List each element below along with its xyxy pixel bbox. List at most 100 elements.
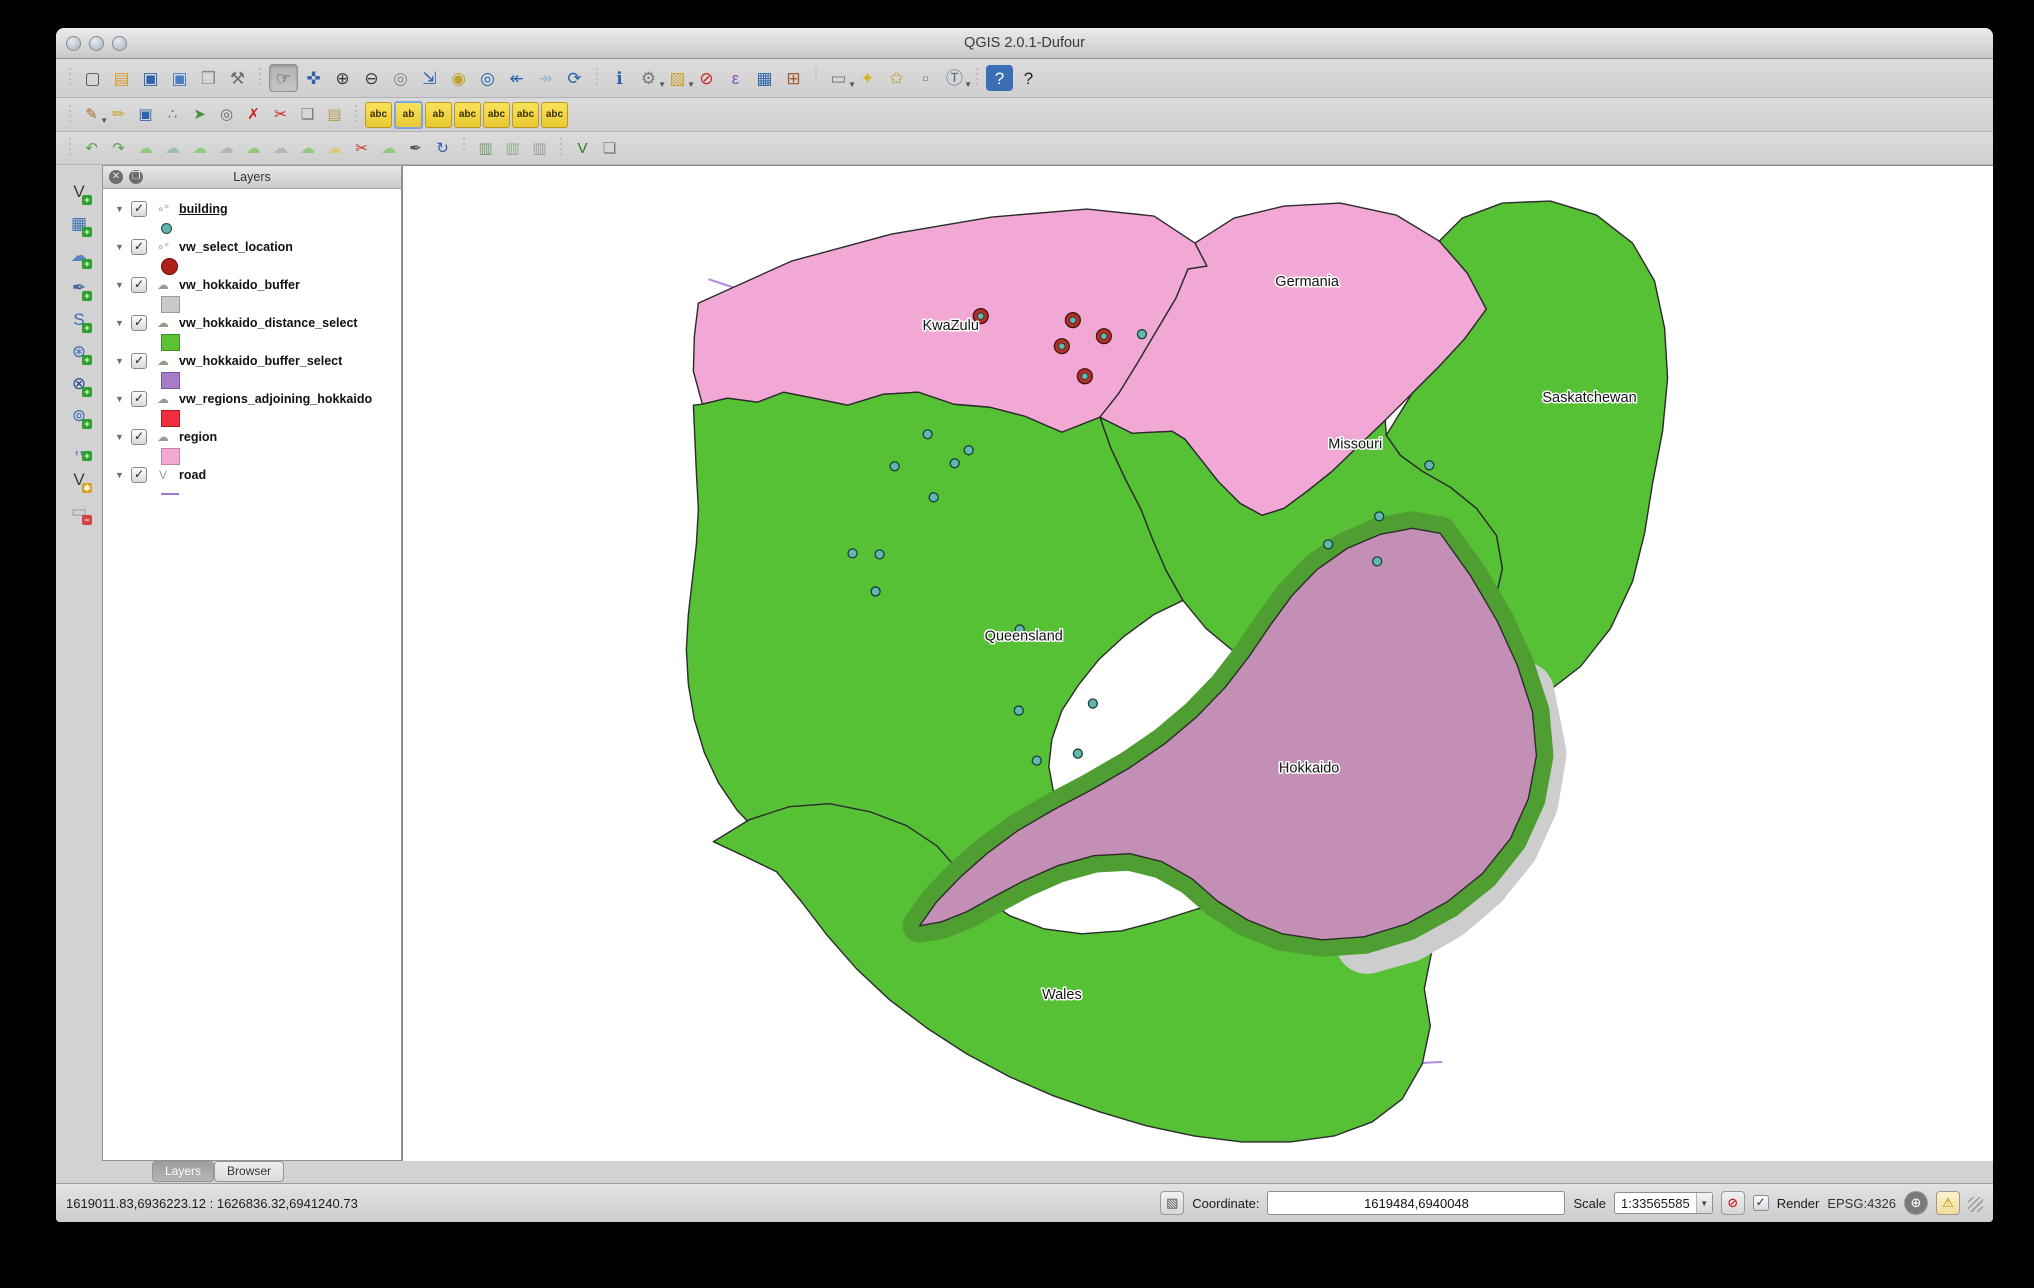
layer-item-vw_select_location[interactable]: ▼ ✓ ∘° vw_select_location xyxy=(103,237,401,257)
add-raster-layer-icon[interactable]: ▦ + xyxy=(65,211,93,237)
identify-features-icon[interactable]: ℹ xyxy=(606,65,633,91)
pan-to-selection-icon[interactable]: ✜ xyxy=(300,65,327,91)
map-tips-icon[interactable]: ✦ xyxy=(854,65,881,91)
layer-visibility-checkbox[interactable]: ✓ xyxy=(131,353,147,369)
paste-features-icon[interactable]: ▤ xyxy=(322,103,347,127)
dock-tab-layers[interactable]: Layers xyxy=(152,1161,215,1182)
title-bar[interactable]: QGIS 2.0.1-Dufour xyxy=(56,28,1993,59)
layer-expand-icon[interactable]: ▼ xyxy=(115,318,125,328)
layer-item-road[interactable]: ▼ ✓ Vroad xyxy=(103,465,401,485)
layer-visibility-checkbox[interactable]: ✓ xyxy=(131,239,147,255)
labels-toolbar-handle[interactable] xyxy=(352,104,360,125)
add-vector-plus-icon[interactable]: V xyxy=(570,136,595,160)
add-wms-layer-icon[interactable]: ⊛ + xyxy=(65,339,93,365)
whats-this-icon[interactable]: ? xyxy=(1015,65,1042,91)
add-postgis-layer-icon[interactable]: ☁ + xyxy=(65,243,93,269)
add-feature-icon[interactable]: ∴ xyxy=(160,103,185,127)
redo-icon[interactable]: ↷ xyxy=(106,136,131,160)
layer-visibility-checkbox[interactable]: ✓ xyxy=(131,429,147,445)
layer-name[interactable]: vw_regions_adjoining_hokkaido xyxy=(179,392,372,406)
add-part-icon[interactable]: ☁ xyxy=(187,136,212,160)
attribute-actions-toolbar-handle[interactable] xyxy=(460,138,468,158)
dropdown-arrow-icon[interactable]: ▼ xyxy=(964,80,972,89)
label-move-icon[interactable]: abc xyxy=(483,101,510,128)
layer-expand-icon[interactable]: ▼ xyxy=(115,432,125,442)
map-svg[interactable]: KwaZulu Germania Saskatchewan Missouri Queen… xyxy=(403,166,1993,1161)
label-pin-select-icon[interactable]: ab xyxy=(394,100,423,129)
cut-features-icon[interactable]: ✂ xyxy=(268,103,293,127)
add-ring-icon[interactable]: ☁ xyxy=(160,136,185,160)
labeling-icon[interactable]: abc xyxy=(365,101,392,128)
zoom-full-icon[interactable]: ⇲ xyxy=(416,65,443,91)
new-project-icon[interactable]: ▢ xyxy=(79,65,106,91)
simplify-feature-icon[interactable]: ☁ xyxy=(133,136,158,160)
layer-name[interactable]: vw_hokkaido_buffer xyxy=(179,278,300,292)
layer-name[interactable]: region xyxy=(179,430,217,444)
map-navigation-toolbar-handle[interactable] xyxy=(256,68,264,88)
split-features-icon[interactable]: ✂ xyxy=(349,136,374,160)
scale-combo[interactable]: 1:33565585 ▼ xyxy=(1614,1192,1713,1214)
reshape-features-icon[interactable]: ☁ xyxy=(295,136,320,160)
layer-item-building[interactable]: ▼ ✓ ∘° building xyxy=(103,199,401,219)
help-toolbar-handle[interactable] xyxy=(973,68,981,88)
layer-expand-icon[interactable]: ▼ xyxy=(115,356,125,366)
add-spatialite-layer-icon[interactable]: ✒ + xyxy=(65,275,93,301)
layer-name[interactable]: vw_hokkaido_distance_select xyxy=(179,316,358,330)
file-toolbar-handle[interactable] xyxy=(66,68,74,88)
layer-expand-icon[interactable]: ▼ xyxy=(115,204,125,214)
attributes-toolbar-handle[interactable] xyxy=(593,68,601,88)
copy-features-icon[interactable]: ❏ xyxy=(295,103,320,127)
remove-layer-icon[interactable]: ▭ − xyxy=(65,499,93,525)
fill-ring-icon[interactable]: ☁ xyxy=(214,136,239,160)
layer-name[interactable]: vw_hokkaido_buffer_select xyxy=(179,354,342,368)
map-canvas[interactable]: KwaZulu Germania Saskatchewan Missouri Queen… xyxy=(402,165,1993,1161)
toggle-editing-icon[interactable]: ✏ xyxy=(106,103,131,127)
pan-map-icon[interactable]: ☞ xyxy=(269,64,298,92)
label-show-hide-icon[interactable]: abc xyxy=(454,101,481,128)
deselect-features-icon[interactable]: ⊘ xyxy=(693,65,720,91)
measure-annotations-toolbar-handle[interactable] xyxy=(812,68,820,88)
messages-warning-icon[interactable]: ⚠ xyxy=(1936,1191,1960,1215)
save-layer-edits-icon[interactable]: ▣ xyxy=(133,103,158,127)
layer-expand-icon[interactable]: ▼ xyxy=(115,280,125,290)
label-rotate-icon[interactable]: abc xyxy=(512,101,539,128)
zoom-actual-size-icon[interactable]: ◎ xyxy=(387,65,414,91)
layer-item-vw_hokkaido_distance_select[interactable]: ▼ ✓ ☁ vw_hokkaido_distance_select xyxy=(103,313,401,333)
zoom-in-icon[interactable]: ⊕ xyxy=(329,65,356,91)
show-bookmarks-icon[interactable]: ▫ xyxy=(912,65,939,91)
current-edits-icon[interactable]: ✎ ▼ xyxy=(79,103,108,127)
layer-name[interactable]: building xyxy=(179,202,228,216)
coordinate-input[interactable] xyxy=(1267,1191,1566,1215)
copy-attributes-up-icon[interactable]: ▥ xyxy=(473,136,498,160)
digitizing-toolbar-handle[interactable] xyxy=(66,104,74,125)
select-features-icon[interactable]: ▨ ▼ xyxy=(664,65,695,91)
new-shapefile-layer-icon[interactable]: V ✱ xyxy=(65,467,93,493)
layer-visibility-checkbox[interactable]: ✓ xyxy=(131,467,147,483)
crs-status-icon[interactable]: ⊕ xyxy=(1904,1191,1928,1215)
move-feature-icon[interactable]: ➤ xyxy=(187,103,212,127)
add-delimited-text-layer-icon[interactable]: ,, + xyxy=(65,435,93,461)
layer-name[interactable]: vw_select_location xyxy=(179,240,293,254)
zoom-next-icon[interactable]: ↠ xyxy=(532,65,559,91)
layer-expand-icon[interactable]: ▼ xyxy=(115,394,125,404)
composer-manager-icon[interactable]: ⚒ xyxy=(224,65,251,91)
layer-item-vw_hokkaido_buffer_select[interactable]: ▼ ✓ ☁ vw_hokkaido_buffer_select xyxy=(103,351,401,371)
add-page-plus-icon[interactable]: ❏ xyxy=(597,136,622,160)
save-project-as-icon[interactable]: ▣ xyxy=(166,65,193,91)
copy-attributes-new-icon[interactable]: ▥ xyxy=(500,136,525,160)
extent-toggle-icon[interactable]: ▧ xyxy=(1160,1191,1185,1215)
label-pin-icon[interactable]: ab xyxy=(425,101,452,128)
run-feature-action-icon[interactable]: ⚙ ▼ xyxy=(635,65,666,91)
layer-item-vw_hokkaido_buffer[interactable]: ▼ ✓ ☁ vw_hokkaido_buffer xyxy=(103,275,401,295)
rotate-feature-icon[interactable]: ↻ xyxy=(430,136,455,160)
delete-selected-icon[interactable]: ✗ xyxy=(241,103,266,127)
add-wcs-layer-icon[interactable]: ⊗ + xyxy=(65,371,93,397)
layer-visibility-checkbox[interactable]: ✓ xyxy=(131,391,147,407)
node-tool-icon[interactable]: ◎ xyxy=(214,103,239,127)
layer-visibility-checkbox[interactable]: ✓ xyxy=(131,315,147,331)
new-print-composer-icon[interactable]: ❒ xyxy=(195,65,222,91)
layer-item-region[interactable]: ▼ ✓ ☁ region xyxy=(103,427,401,447)
refresh-map-icon[interactable]: ⟳ xyxy=(561,65,588,91)
offset-curve-icon[interactable]: ☁ xyxy=(322,136,347,160)
open-attribute-table-icon[interactable]: ▦ xyxy=(751,65,778,91)
